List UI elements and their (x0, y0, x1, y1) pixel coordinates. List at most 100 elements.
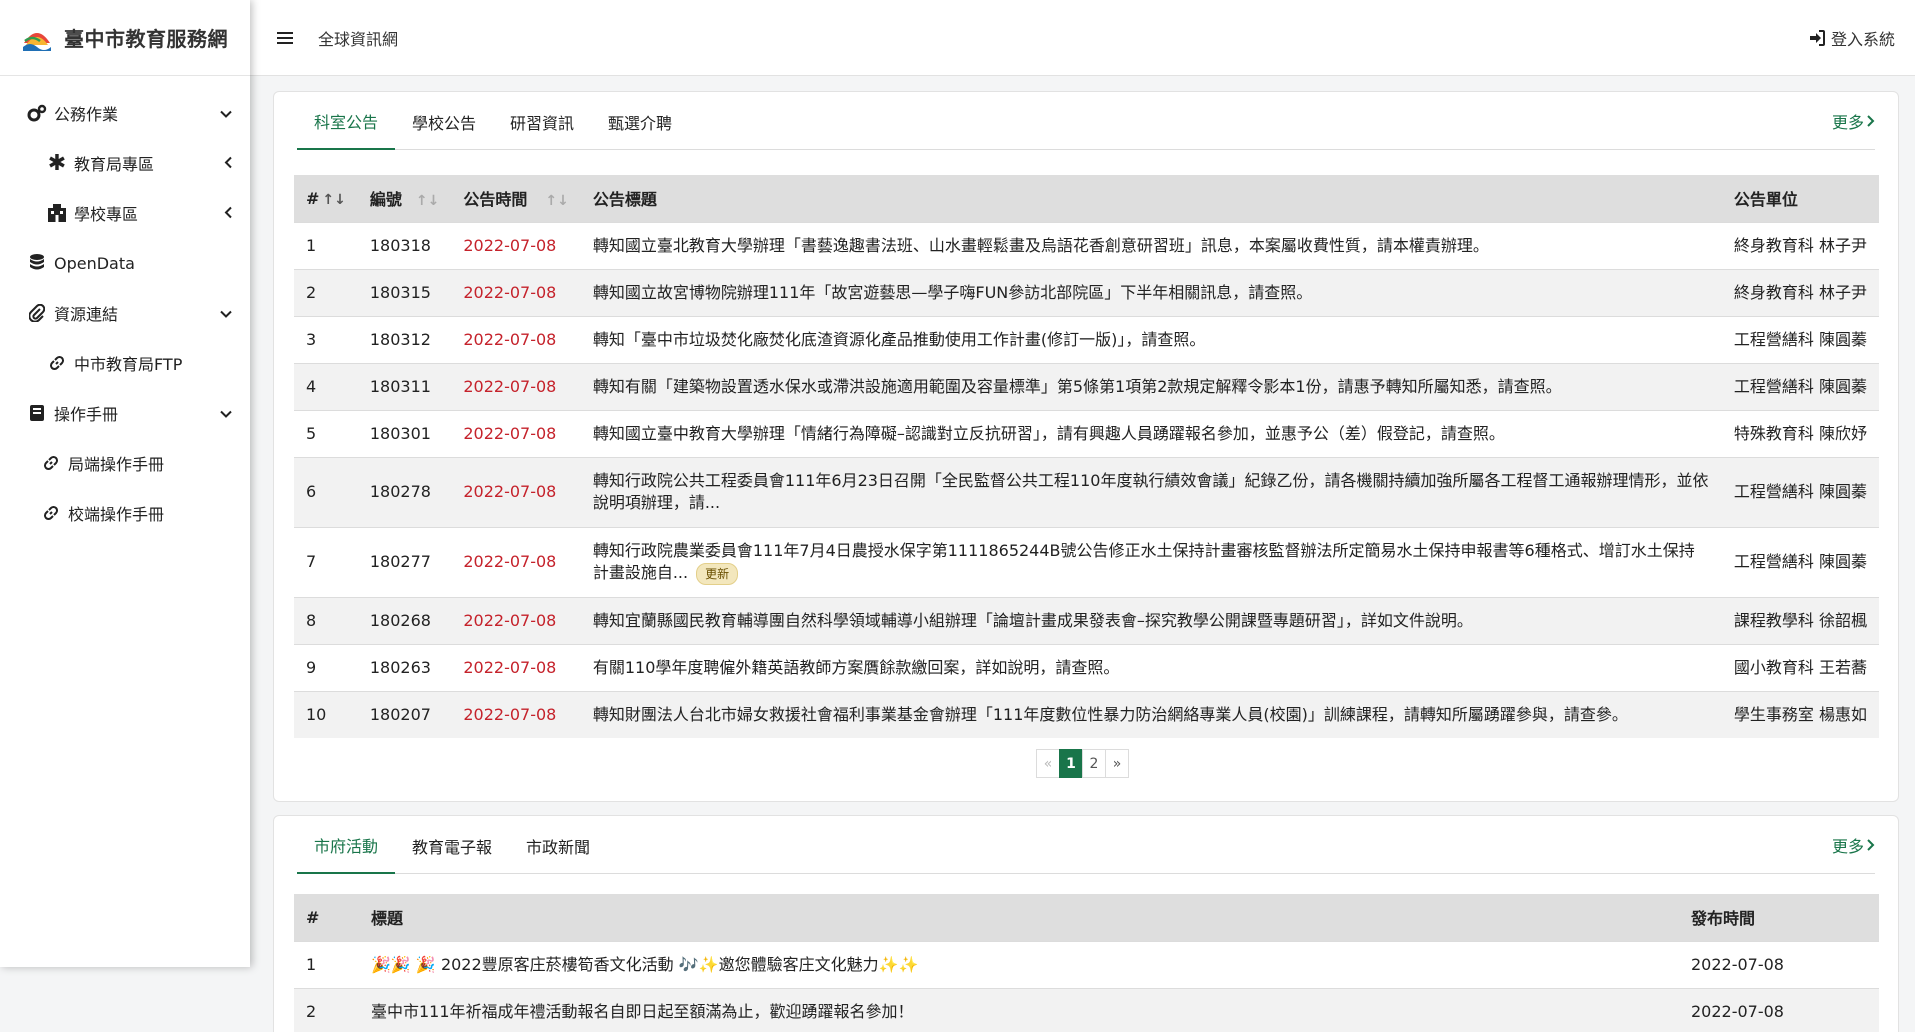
table-row[interactable]: 2 臺中市111年祈福成年禮活動報名自即日起至額滿為止，歡迎踴躍報名參加！ 2022… (294, 987, 1879, 1032)
more-link[interactable]: 更多 (1832, 92, 1875, 150)
sidebar-item-school-zone[interactable]: 學校專區 (0, 188, 250, 238)
row-title: 轉知行政院農業委員會111年7月4日農授水保字第1111865244B號公告修正… (580, 526, 1722, 597)
chevron-left-icon (224, 154, 232, 173)
row-num: 1 (294, 940, 359, 988)
announcement-title-link[interactable]: 有關110學年度聘僱外籍英語教師方案贋餘款繳回案，詳如說明，請查照。 (593, 658, 1120, 677)
row-title[interactable]: 🎉🎉 🎉 2022豐原客庄菸樓筍香文化活動 🎶✨邀您體驗客庄文化魅力✨✨ (359, 940, 1679, 988)
announcement-title-link[interactable]: 轉知有關「建築物設置透水保水或滯洪設施適用範圍及容量標準」第5條第1項第2款規定… (593, 377, 1562, 396)
row-date: 2022-07-08 (451, 268, 581, 316)
chevron-left-icon (224, 204, 232, 223)
row-date: 2022-07-08 (451, 315, 581, 363)
chevron-down-icon (220, 104, 232, 123)
announcement-title-link[interactable]: 轉知國立臺北教育大學辦理「書藝逸趣書法班、山水畫輕鬆畫及烏語花香創意研習班」訊息… (593, 236, 1489, 255)
sort-icon: ↑↓ (322, 191, 346, 208)
table-row[interactable]: 4 180311 2022-07-08 轉知有關「建築物設置透水保水或滯洪設施適用範圍… (294, 362, 1879, 410)
table-row[interactable]: 2 180315 2022-07-08 轉知國立故宮博物院辦理111年「故宮遊藝思—學… (294, 268, 1879, 316)
brand[interactable]: 臺中市教育服務網 (0, 0, 250, 76)
col-id[interactable]: 編號 ↑↓ (357, 175, 452, 222)
row-date: 2022-07-08 (451, 221, 581, 269)
col-num[interactable]: # ↑↓ (294, 175, 358, 222)
row-date: 2022-07-08 (1679, 940, 1879, 988)
hamburger-menu-icon[interactable] (272, 25, 298, 51)
row-id: 180312 (357, 315, 452, 363)
chevron-right-icon (1867, 839, 1875, 851)
announcement-title-link[interactable]: 轉知國立故宮博物院辦理111年「故宮遊藝思—學子嗨FUN參訪北部院區」下半年相關… (593, 283, 1312, 302)
sidebar-item-resource-links[interactable]: 資源連結 (0, 288, 250, 338)
more-link[interactable]: 更多 (1832, 816, 1875, 874)
row-id: 180315 (357, 268, 452, 316)
announcements-card: 科室公告 學校公告 研習資訊 甄選介聘 更多 # ↑↓ 編號 ↑↓ 公告時間 ↑↓ 公… (273, 91, 1899, 802)
sidebar-item-opendata[interactable]: OpenData (0, 238, 250, 288)
tab-training-info[interactable]: 研習資訊 (493, 93, 591, 150)
row-id: 180207 (357, 690, 452, 738)
row-id: 180268 (357, 596, 452, 644)
tab-city-news[interactable]: 市政新聞 (509, 817, 607, 874)
sidebar-item-label: 操作手冊 (54, 405, 119, 424)
table-row[interactable]: 5 180301 2022-07-08 轉知國立臺中教育大學辦理「情緒行為障礙–認識對… (294, 409, 1879, 457)
table-row[interactable]: 7 180277 2022-07-08 轉知行政院農業委員會111年7月4日農授水保字… (294, 526, 1879, 597)
database-icon (26, 254, 48, 272)
asterisk-icon: ✱ (47, 150, 67, 176)
row-title: 轉知有關「建築物設置透水保水或滯洪設施適用範圍及容量標準」第5條第1項第2款規定… (580, 362, 1722, 410)
sidebar-item-ftp[interactable]: 中市教育局FTP (0, 338, 250, 388)
pagination-page-2[interactable]: 2 (1082, 749, 1106, 778)
sidebar-item-school-manual[interactable]: 校端操作手冊 (0, 488, 250, 538)
chevron-down-icon (220, 404, 232, 423)
row-date: 2022-07-08 (451, 690, 581, 738)
global-site-link[interactable]: 全球資訊網 (318, 26, 398, 50)
sidebar-item-bureau-zone[interactable]: ✱ 教育局專區 (0, 138, 250, 188)
row-id: 180278 (357, 456, 452, 527)
sidebar-item-manuals[interactable]: 操作手冊 (0, 388, 250, 438)
news-table: # 標題 發布時間 1 🎉🎉 🎉 2022豐原客庄菸樓筍香文化活動 🎶✨邀您體驗客… (294, 894, 1879, 1032)
table-row[interactable]: 8 180268 2022-07-08 轉知宜蘭縣國民教育輔導團自然科學領域輔導小組辦… (294, 596, 1879, 644)
row-id: 180311 (357, 362, 452, 410)
row-date: 2022-07-08 (451, 526, 581, 597)
row-title: 有關110學年度聘僱外籍英語教師方案贋餘款繳回案，詳如說明，請查照。 (580, 643, 1722, 691)
login-button[interactable]: 登入系統 (1809, 26, 1895, 50)
update-badge: 更新 (696, 562, 739, 585)
announcement-title-link[interactable]: 轉知「臺中市垃圾焚化廠焚化底渣資源化產品推動使用工作計畫(修訂一版)」，請查照。 (593, 330, 1206, 349)
sidebar-item-label: 學校專區 (74, 205, 139, 224)
table-row[interactable]: 9 180263 2022-07-08 有關110學年度聘僱外籍英語教師方案贋餘款繳回… (294, 643, 1879, 691)
tab-selection-transfer[interactable]: 甄選介聘 (591, 93, 689, 150)
tab-city-events[interactable]: 市府活動 (297, 817, 396, 874)
sidebar-item-label: 校端操作手冊 (68, 505, 165, 524)
announcement-title-link[interactable]: 轉知財團法人台北市婦女救援社會福利事業基金會辦理「111年度數位性暴力防治網絡專… (593, 705, 1628, 724)
row-num: 2 (294, 987, 359, 1032)
table-row[interactable]: 6 180278 2022-07-08 轉知行政院公共工程委員會111年6月23日召開… (294, 456, 1879, 527)
sidebar-item-label: OpenData (54, 253, 135, 273)
sidebar-nav: 公務作業 ✱ 教育局專區 學校專區 OpenData 資源連結 中市教育局FTP… (0, 76, 250, 538)
announcement-title-link[interactable]: 轉知行政院公共工程委員會111年6月23日召開「全民監督公共工程110年度執行績… (593, 471, 1709, 512)
sidebar-item-label: 局端操作手冊 (68, 455, 165, 474)
pagination-prev[interactable]: « (1036, 749, 1060, 778)
row-title: 轉知行政院公共工程委員會111年6月23日召開「全民監督公共工程110年度執行績… (580, 456, 1722, 527)
table-row[interactable]: 1 180318 2022-07-08 轉知國立臺北教育大學辦理「書藝逸趣書法班、山水… (294, 221, 1879, 269)
row-title[interactable]: 臺中市111年祈福成年禮活動報名自即日起至額滿為止，歡迎踴躍報名參加！ (359, 987, 1679, 1032)
table-row[interactable]: 10 180207 2022-07-08 轉知財團法人台北市婦女救援社會福利事業基金會… (294, 690, 1879, 738)
announcement-title-link[interactable]: 轉知行政院農業委員會111年7月4日農授水保字第1111865244B號公告修正… (593, 541, 1695, 582)
sidebar-item-bureau-manual[interactable]: 局端操作手冊 (0, 438, 250, 488)
pagination-next[interactable]: » (1105, 749, 1129, 778)
sidebar-item-label: 中市教育局FTP (74, 355, 183, 374)
sidebar-item-official-work[interactable]: 公務作業 (0, 88, 250, 138)
row-title: 轉知財團法人台北市婦女救援社會福利事業基金會辦理「111年度數位性暴力防治網絡專… (580, 690, 1722, 738)
row-num: 4 (294, 362, 358, 410)
col-id-label: 編號 (369, 190, 402, 210)
table-row[interactable]: 1 🎉🎉 🎉 2022豐原客庄菸樓筍香文化活動 🎶✨邀您體驗客庄文化魅力✨✨ 202… (294, 940, 1879, 988)
paperclip-icon (26, 304, 48, 322)
col-time[interactable]: 公告時間 ↑↓ (451, 175, 581, 222)
pagination-page-1[interactable]: 1 (1059, 749, 1083, 778)
news-card: 市府活動 教育電子報 市政新聞 更多 # 標題 發布時間 1 🎉🎉 🎉 2022豐… (273, 815, 1899, 1032)
table-row[interactable]: 3 180312 2022-07-08 轉知「臺中市垃圾焚化廠焚化底渣資源化產品推動使… (294, 315, 1879, 363)
announcement-title-link[interactable]: 轉知國立臺中教育大學辦理「情緒行為障礙–認識對立反抗研習」，請有興趣人員踴躍報名… (593, 424, 1505, 443)
announcement-title-link[interactable]: 轉知宜蘭縣國民教育輔導團自然科學領域輔導小組辦理「論壇計畫成果發表會–探究教學公… (593, 611, 1473, 630)
row-id: 180263 (357, 643, 452, 691)
row-num: 1 (294, 221, 358, 269)
tab-edu-newsletter[interactable]: 教育電子報 (395, 817, 509, 874)
col-num: # (294, 894, 359, 941)
tab-office-announcements[interactable]: 科室公告 (297, 93, 396, 150)
login-label: 登入系統 (1830, 29, 1895, 49)
link-icon (40, 505, 62, 521)
col-time: 發布時間 (1679, 894, 1879, 941)
tab-school-announcements[interactable]: 學校公告 (395, 93, 493, 150)
